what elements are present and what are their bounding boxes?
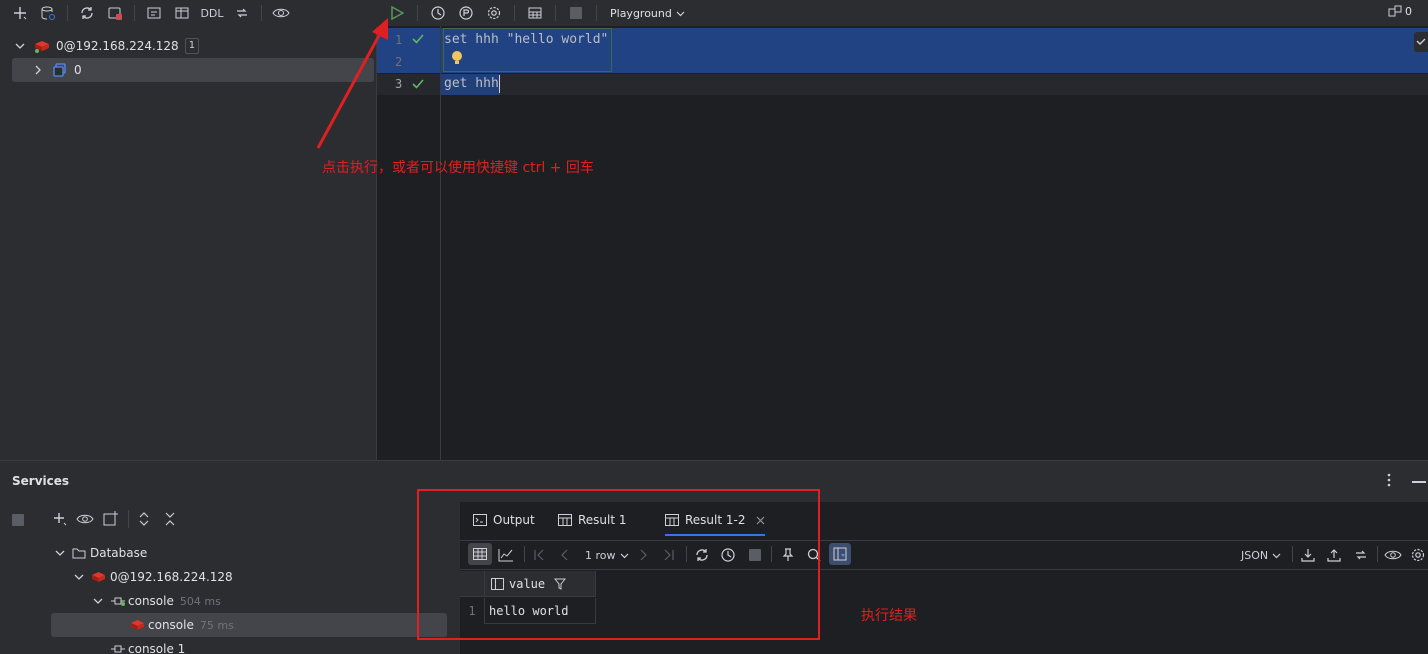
session-count: 0	[1405, 4, 1412, 18]
toolbar-divider	[261, 5, 262, 21]
settings-gear-icon[interactable]	[1410, 546, 1426, 564]
toolbar-divider	[555, 5, 556, 21]
view-options-eye-icon[interactable]	[76, 512, 94, 526]
minimize-icon[interactable]	[1412, 481, 1426, 483]
execution-time: 504 ms	[179, 594, 221, 608]
code-line[interactable]: get hhh	[444, 76, 499, 91]
toolbar-divider	[128, 510, 129, 528]
chevron-down-icon	[676, 9, 685, 18]
connection-label: 0@192.168.224.128	[56, 39, 179, 53]
toolbar-divider	[134, 5, 135, 21]
explain-plan-icon[interactable]	[455, 2, 477, 24]
console-icon	[110, 595, 126, 607]
services-tree-connection[interactable]: 0@192.168.224.128	[73, 565, 233, 589]
expand-all-icon[interactable]	[139, 511, 149, 527]
services-tree-console-1[interactable]: console 1	[110, 637, 185, 654]
collapse-all-icon[interactable]	[165, 511, 175, 527]
session-selector[interactable]: 0	[1388, 4, 1412, 18]
jump-to-console-icon[interactable]	[142, 1, 166, 25]
schema-icon	[52, 63, 68, 77]
console-icon	[110, 643, 126, 654]
intention-bulb-icon[interactable]	[451, 50, 463, 66]
folder-icon	[72, 547, 86, 559]
chevron-down-icon[interactable]	[14, 41, 26, 51]
chevron-down-icon[interactable]	[92, 596, 104, 606]
sessions-icon	[1388, 4, 1402, 18]
new-tab-icon[interactable]	[103, 510, 119, 526]
services-tree-label: 0@192.168.224.128	[110, 570, 233, 584]
selected-row-highlight	[51, 613, 447, 637]
session-count-badge: 1	[184, 38, 200, 54]
chevron-down-icon[interactable]	[73, 572, 85, 582]
toolbar-divider	[67, 5, 68, 21]
chevron-down-icon[interactable]	[54, 548, 66, 558]
current-line-highlight	[377, 74, 1428, 95]
toolbar-divider	[1292, 546, 1293, 562]
add-icon[interactable]	[8, 1, 32, 25]
toolbar-divider	[596, 5, 597, 21]
redis-icon	[130, 619, 145, 631]
result-annotation-box	[417, 489, 820, 640]
chevron-right-icon[interactable]	[32, 65, 44, 75]
add-icon[interactable]	[52, 511, 68, 527]
services-tree-console-session[interactable]: console 75 ms	[130, 613, 234, 637]
view-options-eye-icon[interactable]	[269, 1, 293, 25]
refresh-icon[interactable]	[75, 1, 99, 25]
services-tree-label: console	[148, 618, 194, 632]
annotation-arrow	[316, 18, 388, 149]
query-console-editor[interactable]: 1 2 3 set hhh "hello world" get hhh	[376, 26, 1428, 460]
result-hint-annotation: 执行结果	[861, 608, 917, 624]
ddl-button[interactable]: DDL	[198, 1, 226, 25]
format-label: JSON	[1241, 548, 1269, 562]
stop-icon[interactable]	[12, 514, 24, 526]
compare-icon[interactable]	[1353, 546, 1369, 564]
toolbar-divider	[1377, 546, 1378, 562]
table-icon[interactable]	[170, 1, 194, 25]
services-tree-console[interactable]: console 504 ms	[92, 589, 221, 613]
redis-icon	[91, 571, 106, 583]
code-line[interactable]: set hhh "hello world"	[444, 32, 608, 47]
download-icon[interactable]	[1301, 546, 1315, 564]
stop-icon[interactable]	[565, 2, 587, 24]
execution-mode-dropdown[interactable]: Playground	[610, 7, 685, 20]
services-tree-label: console	[128, 594, 174, 608]
inspection-status-widget[interactable]	[1414, 32, 1428, 52]
more-options-icon[interactable]	[1387, 473, 1391, 487]
history-icon[interactable]	[427, 2, 449, 24]
toolbar-divider	[417, 5, 418, 21]
data-source-properties-icon[interactable]	[36, 1, 60, 25]
settings-gear-icon[interactable]	[483, 2, 505, 24]
execution-time: 75 ms	[199, 618, 234, 632]
upload-icon[interactable]	[1327, 546, 1341, 564]
redis-icon	[34, 39, 50, 53]
output-table-icon[interactable]	[524, 2, 546, 24]
executed-check-icon	[412, 79, 424, 89]
compare-icon[interactable]	[230, 1, 254, 25]
services-title: Services	[12, 474, 70, 488]
text-caret	[499, 75, 500, 93]
filter-view-icon[interactable]	[829, 543, 851, 565]
format-dropdown[interactable]: JSON	[1241, 546, 1281, 564]
services-tree-label: console 1	[128, 642, 186, 654]
toolbar-divider	[514, 5, 515, 21]
check-icon	[1416, 38, 1426, 46]
editor-toolbar: Playground	[376, 0, 1428, 26]
chevron-down-icon	[1272, 551, 1281, 560]
executed-check-icon	[412, 34, 424, 44]
execution-mode-label: Playground	[610, 6, 672, 20]
view-options-eye-icon[interactable]	[1384, 546, 1402, 564]
services-tree-label: Database	[90, 546, 148, 560]
disconnect-icon[interactable]	[103, 1, 127, 25]
run-hint-annotation: 点击执行，或者可以使用快捷键 ctrl + 回车	[322, 160, 594, 176]
services-tree-database[interactable]: Database	[54, 541, 147, 565]
database-label: 0	[74, 63, 82, 77]
